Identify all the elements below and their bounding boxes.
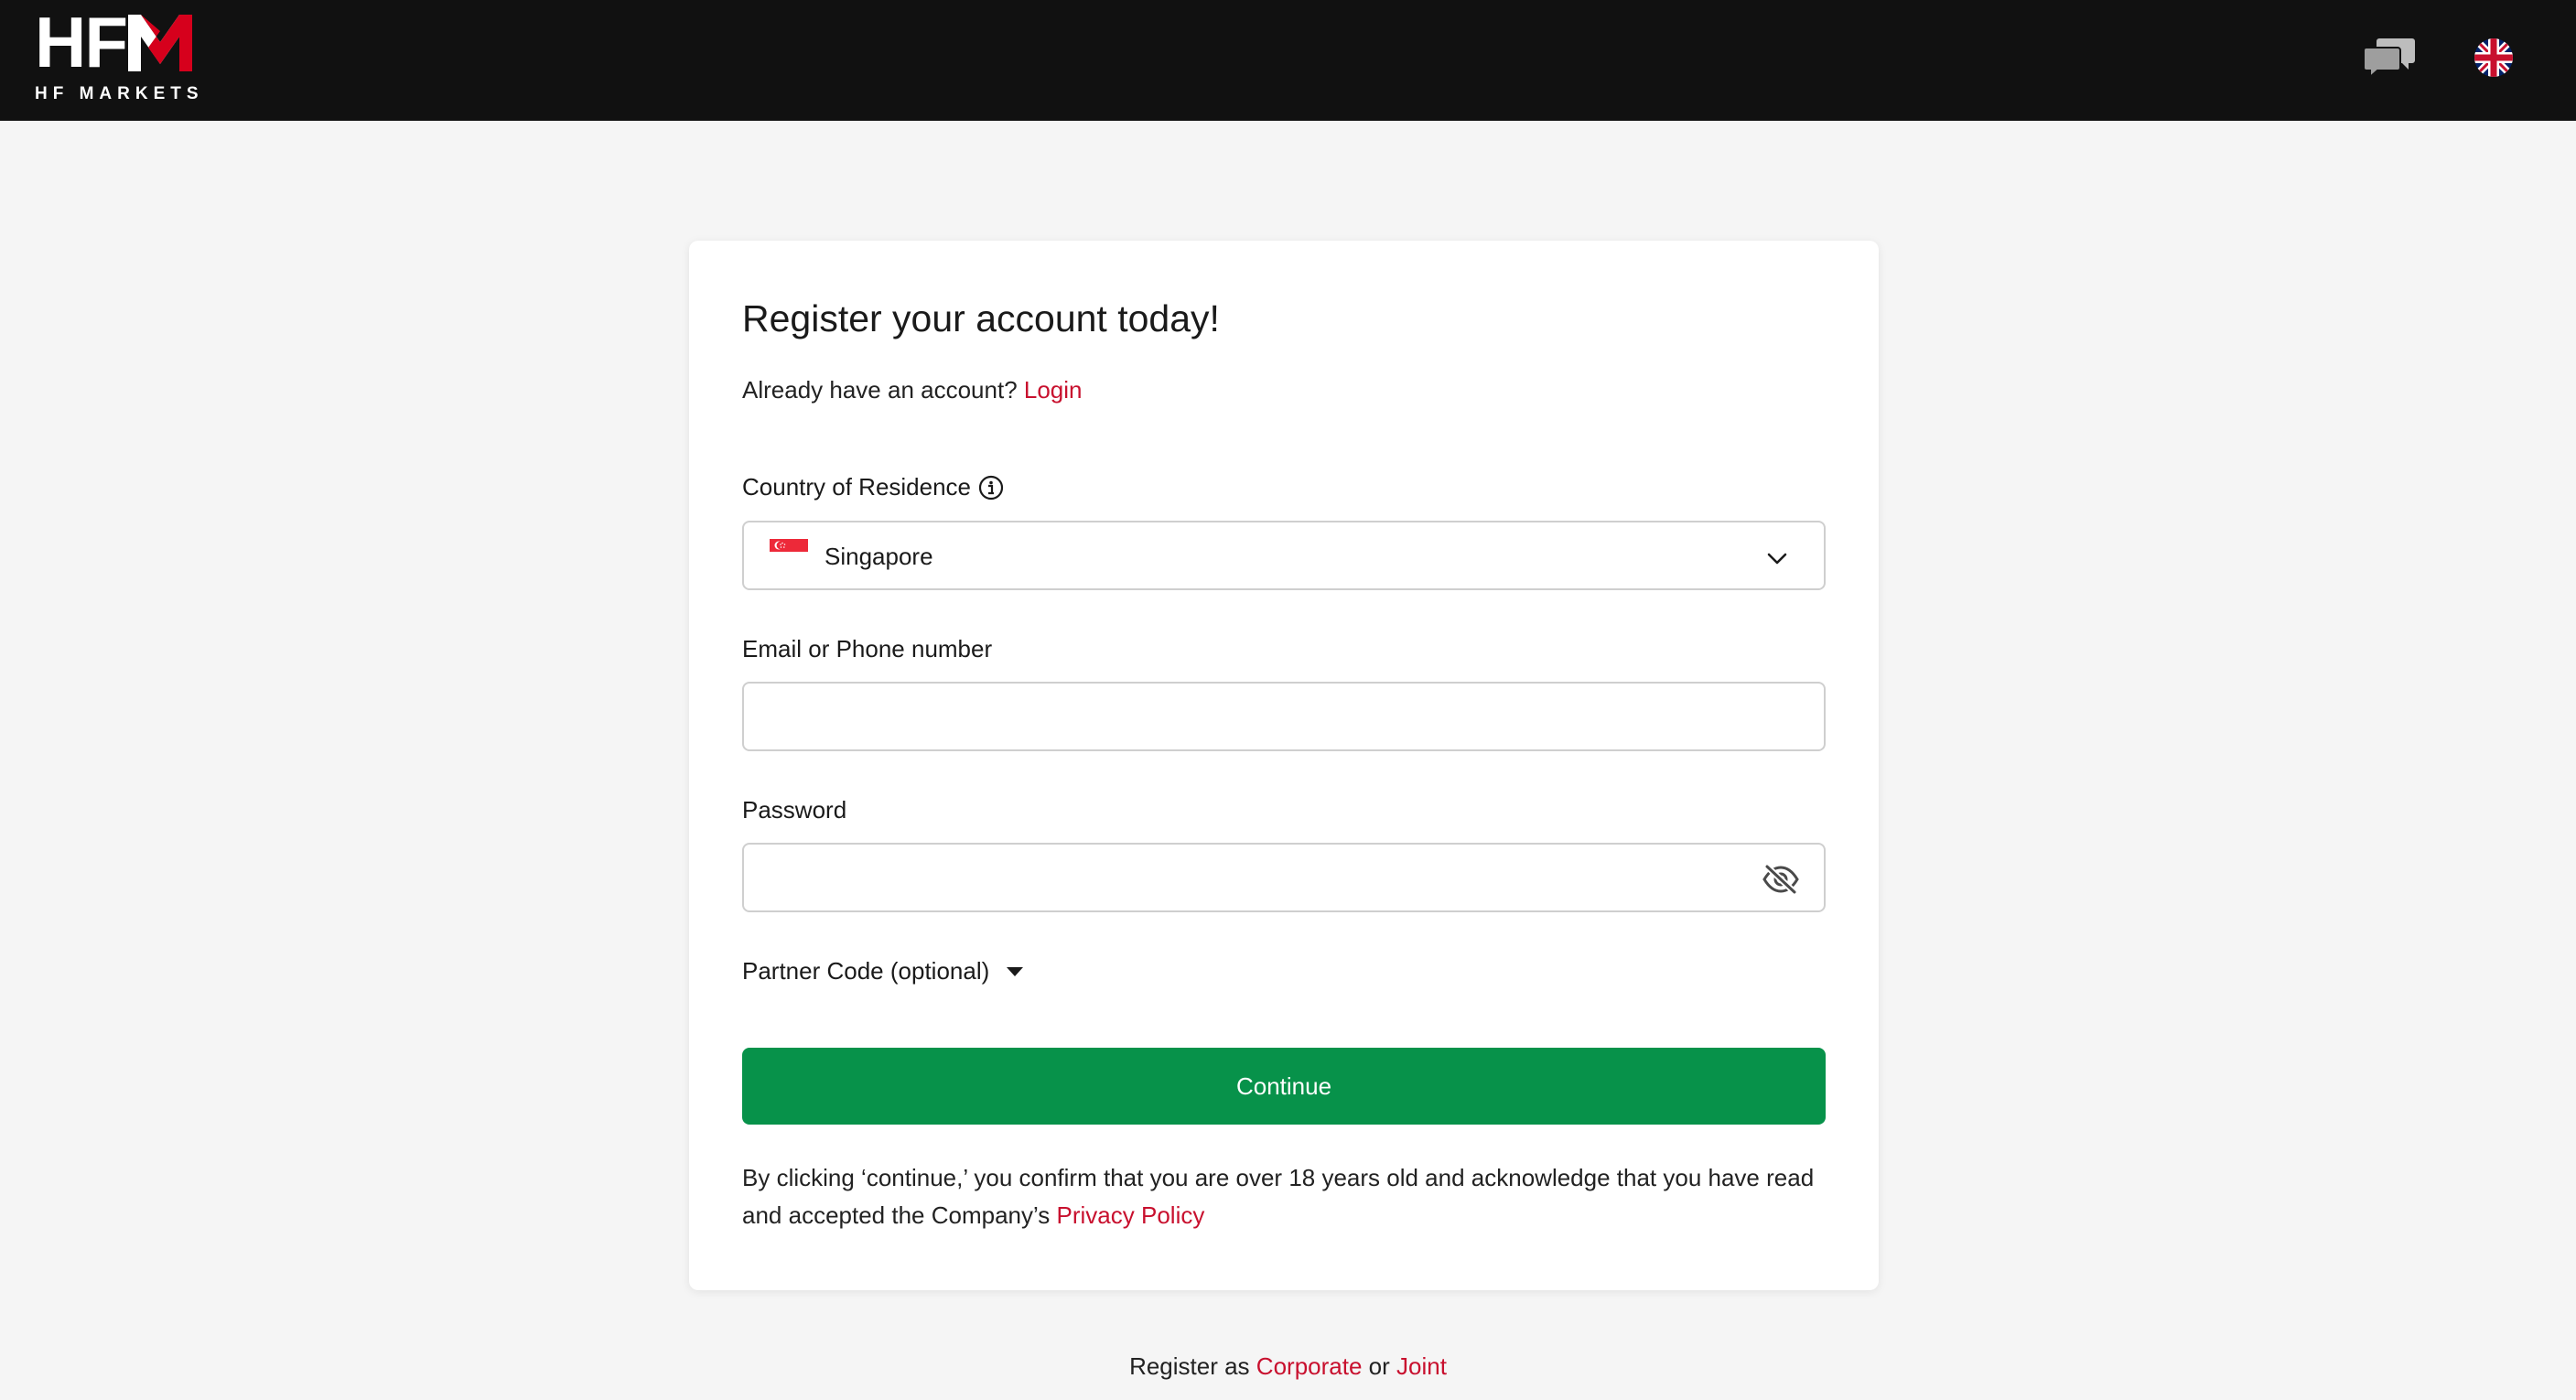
logo-letters: HF bbox=[35, 2, 128, 82]
logo-subtitle: HF MARKETS bbox=[35, 84, 204, 103]
caret-down-icon bbox=[1007, 966, 1024, 976]
continue-button[interactable]: Continue bbox=[742, 1048, 1826, 1125]
password-field-wrapper[interactable] bbox=[742, 843, 1826, 912]
page-title: Register your account today! bbox=[742, 297, 1220, 339]
already-have-account: Already have an account? Login bbox=[742, 376, 1083, 404]
logo-m-icon bbox=[127, 15, 192, 71]
logo-mark: HF bbox=[35, 2, 209, 82]
top-navbar: HF HF MARKETS bbox=[0, 0, 2576, 121]
joint-link[interactable]: Joint bbox=[1396, 1352, 1447, 1380]
country-label-text: Country of Residence bbox=[742, 473, 972, 501]
country-select[interactable]: Singapore bbox=[742, 521, 1826, 590]
login-link[interactable]: Login bbox=[1024, 376, 1083, 404]
register-card: Register your account today! Already hav… bbox=[689, 241, 1879, 1290]
email-label: Email or Phone number bbox=[742, 635, 993, 662]
eye-slash-icon[interactable] bbox=[1762, 863, 1800, 896]
disclaimer-text: By clicking ‘continue,’ you confirm that… bbox=[742, 1164, 1815, 1229]
partner-code-toggle[interactable]: Partner Code (optional) bbox=[742, 957, 1024, 985]
language-selector[interactable] bbox=[2474, 38, 2513, 77]
live-chat-button[interactable] bbox=[2363, 37, 2416, 80]
already-text: Already have an account? bbox=[742, 376, 1024, 404]
email-field-wrapper[interactable] bbox=[742, 682, 1826, 751]
country-value: Singapore bbox=[825, 543, 933, 570]
password-input[interactable] bbox=[744, 845, 1824, 910]
country-label: Country of Residence bbox=[742, 473, 1004, 501]
password-label: Password bbox=[742, 796, 847, 824]
uk-flag-icon bbox=[2474, 38, 2513, 77]
email-phone-input[interactable] bbox=[744, 684, 1824, 749]
or-text: or bbox=[1362, 1352, 1396, 1380]
register-as-text: Register as bbox=[1129, 1352, 1256, 1380]
chat-bubbles-icon bbox=[2363, 38, 2415, 80]
privacy-policy-link[interactable]: Privacy Policy bbox=[1057, 1201, 1205, 1229]
hfm-logo[interactable]: HF HF MARKETS bbox=[35, 2, 209, 103]
corporate-link[interactable]: Corporate bbox=[1256, 1352, 1363, 1380]
chevron-down-icon bbox=[1767, 553, 1787, 565]
info-icon[interactable] bbox=[978, 475, 1004, 501]
singapore-flag-icon bbox=[770, 539, 808, 565]
age-disclaimer: By clicking ‘continue,’ you confirm that… bbox=[742, 1159, 1826, 1234]
partner-code-label: Partner Code (optional) bbox=[742, 957, 990, 985]
register-as-footer: Register as Corporate or Joint bbox=[0, 1352, 2576, 1381]
